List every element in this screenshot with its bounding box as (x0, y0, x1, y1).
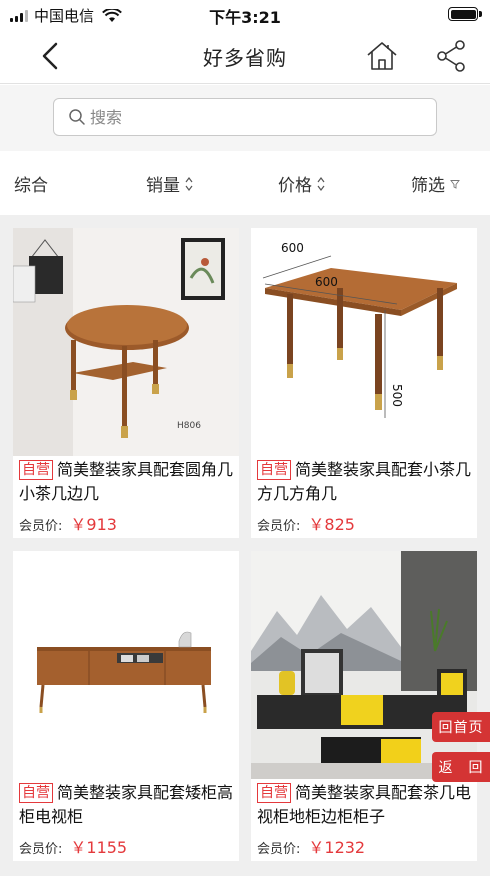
share-button[interactable] (434, 38, 470, 74)
product-image: H806 (13, 228, 239, 456)
dimension-width: 600 (281, 241, 304, 255)
search-icon (69, 109, 85, 125)
product-title: 自营 简美整装家具配套小茶几方几方角几 (257, 458, 473, 506)
price-row: 会员价: ￥1155 (19, 834, 127, 858)
search-box[interactable] (53, 98, 437, 136)
page-title: 好多省购 (203, 46, 287, 70)
product-title: 自营 简美整装家具配套茶几电视柜地柜边柜柜子 (257, 781, 473, 829)
product-price: ￥1232 (308, 838, 366, 857)
status-bar: 中国电信 下午3:21 (0, 0, 490, 28)
sort-label: 综合 (14, 176, 48, 196)
sort-filter[interactable]: 筛选 (411, 171, 460, 196)
self-operated-badge: 自营 (257, 460, 291, 480)
product-title: 自营 简美整装家具配套矮柜高柜电视柜 (19, 781, 235, 829)
product-image (251, 551, 477, 779)
filter-icon (450, 179, 460, 189)
product-grid: H806 自营 简美整装家具配套圆角几小茶几边几 会员价: ￥913 600 6… (0, 215, 490, 876)
sort-label: 价格 (278, 176, 312, 196)
sort-price[interactable]: 价格 (278, 171, 326, 196)
product-price: ￥1155 (70, 838, 128, 857)
sort-sales[interactable]: 销量 (146, 171, 194, 196)
product-card[interactable]: 600 600 500 自营 简美整装家具配套小茶几方几方角几 会员价: ￥825 (251, 228, 477, 538)
member-price-label: 会员价: (19, 842, 63, 857)
status-time: 下午3:21 (209, 8, 281, 27)
price-row: 会员价: ￥913 (19, 511, 117, 535)
product-price: ￥913 (70, 515, 117, 534)
product-image: 600 600 500 (251, 228, 477, 456)
home-icon (367, 42, 397, 70)
member-price-label: 会员价: (257, 842, 301, 857)
self-operated-badge: 自营 (19, 783, 53, 803)
dimension-height: 500 (390, 384, 404, 407)
product-card[interactable]: 自营 简美整装家具配套矮柜高柜电视柜 会员价: ￥1155 (13, 551, 239, 861)
sort-bar: 综合 销量 价格 筛选 (0, 151, 490, 215)
model-label: H806 (177, 421, 201, 431)
sort-label: 筛选 (411, 176, 445, 196)
search-section (0, 85, 490, 151)
sort-comprehensive[interactable]: 综合 (14, 171, 48, 196)
product-card[interactable]: 自营 简美整装家具配套茶几电视柜地柜边柜柜子 会员价: ￥1232 (251, 551, 477, 861)
search-input[interactable] (90, 107, 390, 127)
price-row: 会员价: ￥825 (257, 511, 355, 535)
product-price: ￥825 (308, 515, 355, 534)
price-row: 会员价: ￥1232 (257, 834, 365, 858)
share-icon (437, 40, 465, 72)
product-title: 自营 简美整装家具配套圆角几小茶几边几 (19, 458, 235, 506)
product-image (13, 551, 239, 779)
member-price-label: 会员价: (19, 519, 63, 534)
self-operated-badge: 自营 (19, 460, 53, 480)
sort-arrows-icon (185, 176, 193, 191)
sort-label: 销量 (146, 176, 180, 196)
back-to-home-button[interactable]: 回首页 (432, 712, 490, 742)
home-button[interactable] (364, 38, 400, 74)
dimension-depth: 600 (315, 275, 338, 289)
nav-bar: 好多省购 (0, 28, 490, 84)
product-card[interactable]: H806 自营 简美整装家具配套圆角几小茶几边几 会员价: ￥913 (13, 228, 239, 538)
sort-arrows-icon (317, 176, 325, 191)
battery-icon (448, 7, 482, 21)
go-back-button[interactable]: 返 回 (432, 752, 490, 782)
member-price-label: 会员价: (257, 519, 301, 534)
self-operated-badge: 自营 (257, 783, 291, 803)
